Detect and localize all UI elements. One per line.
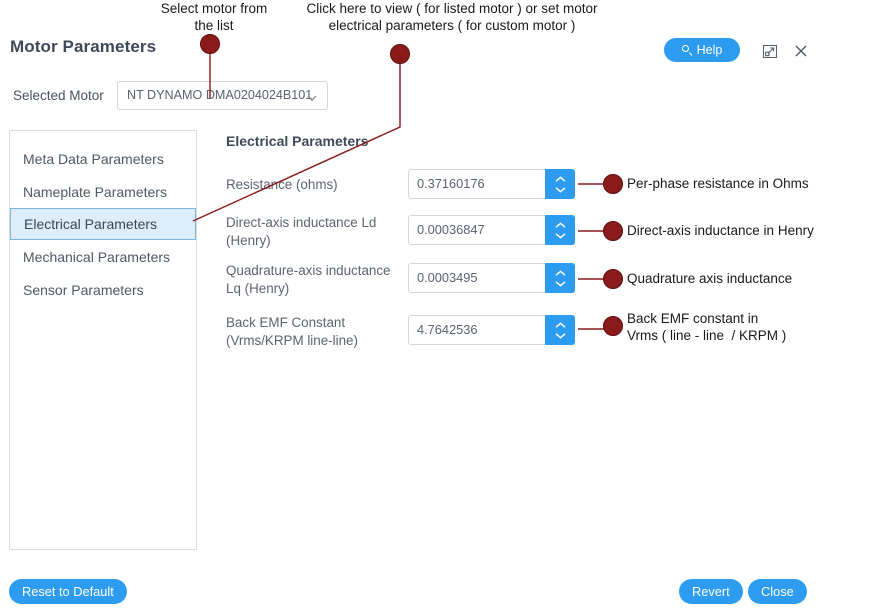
sidebar-item-meta-data-parameters[interactable]: Meta Data Parameters bbox=[10, 143, 196, 175]
sidebar-item-nameplate-parameters[interactable]: Nameplate Parameters bbox=[10, 176, 196, 208]
selected-motor-dropdown[interactable]: NT DYNAMO DMA0204024B101 bbox=[117, 81, 328, 110]
parameter-category-list: Meta Data Parameters Nameplate Parameter… bbox=[9, 130, 197, 550]
chevron-down-icon bbox=[306, 91, 318, 103]
annotation-click-here: Click here to view ( for listed motor ) … bbox=[306, 1, 598, 33]
sidebar-item-mechanical-parameters[interactable]: Mechanical Parameters bbox=[10, 241, 196, 273]
direct-axis-inductance-input[interactable] bbox=[417, 222, 542, 237]
sidebar-item-label: Nameplate Parameters bbox=[23, 184, 167, 200]
back-emf-constant-stepper[interactable] bbox=[545, 315, 575, 345]
close-button[interactable]: Close bbox=[748, 579, 807, 604]
page-title: Motor Parameters bbox=[10, 37, 157, 56]
selected-motor-value: NT DYNAMO DMA0204024B101 bbox=[127, 88, 313, 102]
quadrature-axis-inductance-input[interactable] bbox=[417, 270, 542, 285]
quadrature-axis-inductance-field[interactable] bbox=[408, 263, 575, 293]
sidebar-item-label: Electrical Parameters bbox=[24, 216, 158, 232]
chevron-up-icon bbox=[555, 321, 565, 328]
annotation-dot bbox=[603, 174, 623, 194]
annotation-dot bbox=[390, 44, 410, 64]
revert-button[interactable]: Revert bbox=[679, 579, 743, 604]
sidebar-item-label: Meta Data Parameters bbox=[23, 151, 164, 167]
chevron-up-icon bbox=[555, 269, 565, 276]
sidebar-item-electrical-parameters[interactable]: Electrical Parameters bbox=[10, 208, 196, 240]
resistance-label: Resistance (ohms) bbox=[226, 177, 338, 192]
help-button[interactable]: Help bbox=[664, 38, 740, 62]
chevron-down-icon bbox=[555, 280, 565, 287]
direct-axis-inductance-label: Direct-axis inductance Ld (Henry) bbox=[226, 215, 377, 248]
annotation-back-emf: Back EMF constant in Vrms ( line - line … bbox=[627, 311, 787, 343]
reset-to-default-button[interactable]: Reset to Default bbox=[9, 579, 127, 604]
resistance-input[interactable] bbox=[417, 176, 542, 191]
annotation-resistance: Per-phase resistance in Ohms bbox=[627, 176, 809, 191]
motor-parameters-dialog: Motor Parameters Help Selected Motor NT … bbox=[0, 0, 875, 611]
resistance-stepper[interactable] bbox=[545, 169, 575, 199]
close-icon[interactable] bbox=[791, 41, 811, 61]
back-emf-constant-field[interactable] bbox=[408, 315, 575, 345]
annotation-select-motor: Select motor from the list bbox=[160, 1, 268, 33]
annotation-dot bbox=[603, 316, 623, 336]
popout-icon[interactable] bbox=[760, 41, 780, 61]
chevron-down-icon bbox=[555, 186, 565, 193]
selected-motor-label: Selected Motor bbox=[13, 88, 104, 103]
resistance-field[interactable] bbox=[408, 169, 575, 199]
annotation-dot bbox=[603, 221, 623, 241]
sidebar-item-label: Mechanical Parameters bbox=[23, 249, 171, 265]
direct-axis-inductance-field[interactable] bbox=[408, 215, 575, 245]
annotation-dot bbox=[200, 34, 220, 54]
chevron-down-icon bbox=[555, 332, 565, 339]
annotation-direct-axis: Direct-axis inductance in Henry bbox=[627, 223, 814, 238]
annotation-quadrature-axis: Quadrature axis inductance bbox=[627, 271, 793, 286]
chevron-up-icon bbox=[555, 221, 565, 228]
back-emf-constant-label: Back EMF Constant (Vrms/KRPM line-line) bbox=[226, 315, 358, 348]
section-heading: Electrical Parameters bbox=[226, 133, 369, 149]
back-emf-constant-input[interactable] bbox=[417, 322, 542, 337]
chevron-up-icon bbox=[555, 175, 565, 182]
direct-axis-inductance-stepper[interactable] bbox=[545, 215, 575, 245]
search-icon bbox=[681, 44, 693, 56]
chevron-down-icon bbox=[555, 232, 565, 239]
sidebar-item-label: Sensor Parameters bbox=[23, 282, 144, 298]
sidebar-item-sensor-parameters[interactable]: Sensor Parameters bbox=[10, 274, 196, 306]
annotation-dot bbox=[603, 269, 623, 289]
help-button-label: Help bbox=[696, 43, 723, 57]
quadrature-axis-inductance-label: Quadrature-axis inductance Lq (Henry) bbox=[226, 263, 391, 296]
quadrature-axis-inductance-stepper[interactable] bbox=[545, 263, 575, 293]
